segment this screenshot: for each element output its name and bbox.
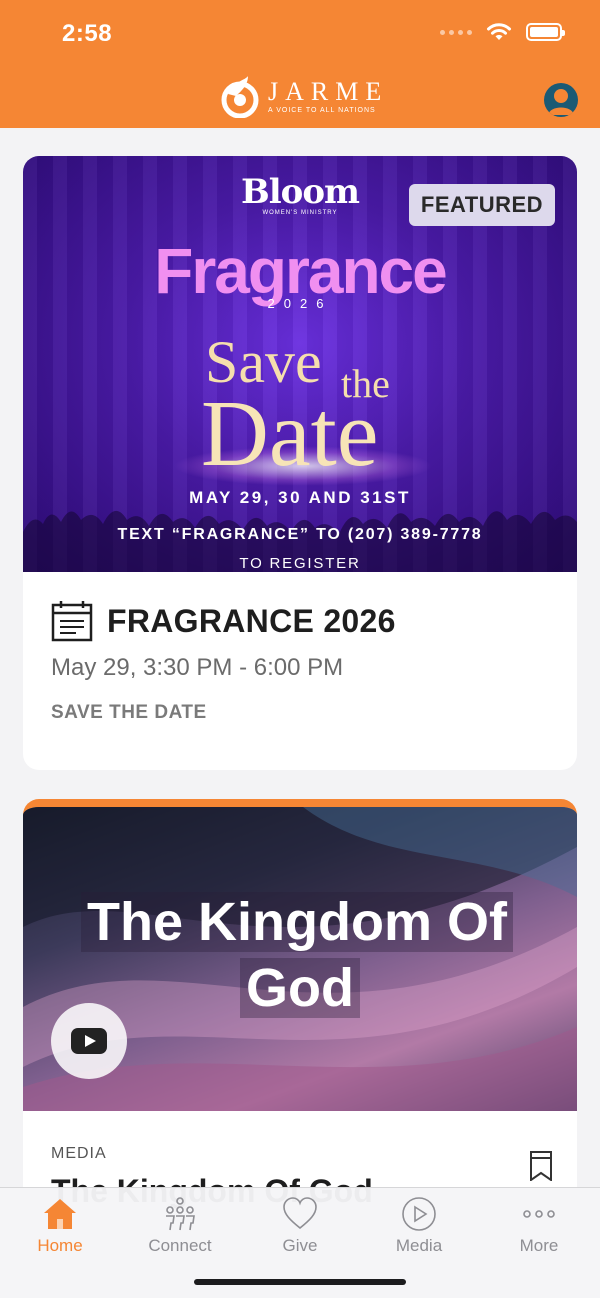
play-button[interactable]	[51, 1003, 127, 1079]
more-icon	[523, 1210, 555, 1218]
tab-home-label: Home	[37, 1236, 83, 1255]
tab-give[interactable]: Give	[250, 1196, 350, 1256]
profile-button[interactable]	[544, 83, 578, 117]
tab-connect[interactable]: Connect	[130, 1196, 230, 1256]
banner-dates: MAY 29, 30 AND 31ST	[189, 488, 411, 507]
banner-date-text: Date	[201, 382, 379, 486]
heart-icon	[283, 1197, 317, 1230]
home-icon	[44, 1199, 76, 1229]
event-banner-image: Bloom WOMEN'S MINISTRY FEATURED Fragranc…	[23, 156, 577, 572]
play-icon	[71, 1028, 107, 1054]
tab-more[interactable]: More	[489, 1196, 589, 1256]
wifi-icon	[487, 23, 511, 40]
media-thumbnail: The Kingdom Of God	[23, 807, 577, 1111]
brand-logo: JARME A VOICE TO ALL NATIONS	[218, 74, 388, 118]
event-info: FRAGRANCE 2026 May 29, 3:30 PM - 6:00 PM…	[51, 600, 551, 724]
tab-more-label: More	[519, 1236, 559, 1255]
event-label: SAVE THE DATE	[51, 702, 207, 723]
banner-register-line: TO REGISTER	[239, 555, 361, 572]
event-title: FRAGRANCE 2026	[107, 602, 396, 639]
battery-icon	[526, 23, 565, 41]
brand-tagline: A VOICE TO ALL NATIONS	[268, 106, 376, 114]
featured-event-card[interactable]: Bloom WOMEN'S MINISTRY FEATURED Fragranc…	[23, 156, 577, 770]
tab-media-label: Media	[395, 1236, 443, 1255]
media-banner-title: The Kingdom Of God	[81, 892, 513, 1018]
user-icon	[548, 89, 574, 115]
status-icons	[440, 22, 565, 42]
media-type-label: MEDIA	[51, 1145, 107, 1162]
bookmark-icon[interactable]	[529, 1151, 553, 1181]
status-time: 2:58	[62, 20, 113, 47]
tab-home[interactable]: Home	[10, 1196, 110, 1256]
jarme-logo-icon	[221, 76, 259, 118]
brand-name: JARME	[268, 76, 389, 106]
calendar-icon	[51, 601, 93, 642]
home-indicator	[194, 1279, 406, 1285]
connect-icon	[166, 1197, 195, 1231]
featured-badge: FEATURED	[409, 184, 555, 226]
signal-icon	[440, 29, 472, 35]
event-time: May 29, 3:30 PM - 6:00 PM	[51, 654, 344, 681]
app-header: 2:58 JARME A VOICE TO ALL NATIONS	[0, 0, 600, 128]
banner-text-line: TEXT “FRAGRANCE” TO (207) 389-7778	[117, 526, 483, 543]
banner-event-year: 2026	[267, 296, 333, 311]
play-circle-icon	[402, 1197, 436, 1231]
banner-event-name: Fragrance	[154, 235, 447, 307]
tab-media[interactable]: Media	[369, 1196, 469, 1256]
tab-give-label: Give	[282, 1236, 318, 1255]
tab-connect-label: Connect	[148, 1236, 212, 1255]
